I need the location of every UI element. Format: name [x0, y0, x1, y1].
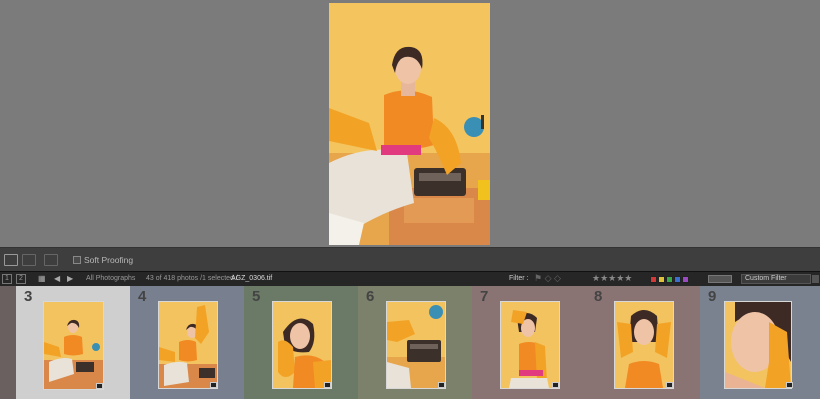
custom-filter-dropdown[interactable]: Custom Filter [741, 274, 811, 284]
grid-view-icon[interactable]: ▦ [38, 274, 46, 283]
compare-view-icon[interactable] [22, 254, 36, 266]
selected-filename: AGZ_0306.tif [231, 275, 273, 282]
soft-proofing-label: Soft Proofing [84, 255, 134, 265]
cell-index: 6 [366, 288, 375, 305]
metadata-badge-icon [324, 382, 331, 388]
thumbnail-image [615, 302, 673, 388]
thumbnail[interactable] [272, 301, 332, 389]
thumbnail-image [387, 302, 445, 388]
thumbnail[interactable] [43, 301, 104, 390]
color-label-purple[interactable] [682, 276, 689, 283]
color-label-red[interactable] [650, 276, 657, 283]
soft-proofing-checkbox[interactable] [73, 256, 81, 264]
kind-filter-icon[interactable] [708, 275, 732, 283]
metadata-badge-icon [438, 382, 445, 388]
filmstrip-cell[interactable]: 4 [130, 286, 244, 399]
photo-illustration [329, 3, 490, 245]
cell-index: 9 [708, 288, 717, 305]
thumbnail[interactable] [614, 301, 674, 389]
filmstrip-header-bar: 1 2 ▦ ◀ ▶ All Photographs 43 of 418 phot… [0, 271, 820, 286]
loupe-view-area [0, 0, 820, 247]
page-1-button[interactable]: 1 [2, 274, 12, 284]
lock-icon[interactable] [812, 275, 819, 283]
thumbnail[interactable] [724, 301, 792, 389]
survey-view-icon[interactable] [44, 254, 58, 266]
main-photo[interactable] [329, 3, 490, 245]
thumbnail-image [159, 302, 217, 388]
filmstrip-cell[interactable]: 5 [244, 286, 358, 399]
filter-label: Filter : [509, 275, 529, 282]
filmstrip-cell[interactable]: 7 [472, 286, 586, 399]
flag-icon[interactable]: ⚑ ◇ ◇ [534, 273, 561, 284]
filmstrip-partial-cell[interactable] [0, 286, 16, 399]
filmstrip-cell[interactable]: 6 [358, 286, 472, 399]
source-label[interactable]: All Photographs [86, 275, 135, 282]
color-label-yellow[interactable] [658, 276, 665, 283]
metadata-badge-icon [552, 382, 559, 388]
cell-index: 3 [24, 288, 33, 305]
loupe-view-icon[interactable] [4, 254, 18, 266]
thumbnail-image [44, 302, 103, 389]
cell-index: 4 [138, 288, 147, 305]
rating-filter-stars[interactable]: ★★★★★ [592, 273, 632, 284]
thumbnail-image [273, 302, 331, 388]
thumbnail[interactable] [158, 301, 218, 389]
metadata-badge-icon [666, 382, 673, 388]
thumbnail-image [725, 302, 791, 388]
toolbar: Soft Proofing [0, 247, 820, 271]
filmstrip: 3 4 5 6 7 8 9 [0, 286, 820, 399]
filmstrip-cell[interactable]: 8 [586, 286, 700, 399]
metadata-badge-icon [786, 382, 793, 388]
back-arrow-icon[interactable]: ◀ [54, 274, 60, 283]
selection-status: 43 of 418 photos /1 selected / [146, 275, 238, 282]
color-label-green[interactable] [666, 276, 673, 283]
metadata-badge-icon [210, 382, 217, 388]
thumbnail[interactable] [386, 301, 446, 389]
cell-index: 5 [252, 288, 261, 305]
filmstrip-cell[interactable]: 9 [700, 286, 820, 399]
cell-index: 7 [480, 288, 489, 305]
cell-index: 8 [594, 288, 603, 305]
metadata-badge-icon [96, 383, 103, 389]
forward-arrow-icon[interactable]: ▶ [67, 274, 73, 283]
thumbnail-image [501, 302, 559, 388]
thumbnail[interactable] [500, 301, 560, 389]
color-label-blue[interactable] [674, 276, 681, 283]
page-2-button[interactable]: 2 [16, 274, 26, 284]
filmstrip-cell[interactable]: 3 [16, 286, 130, 399]
